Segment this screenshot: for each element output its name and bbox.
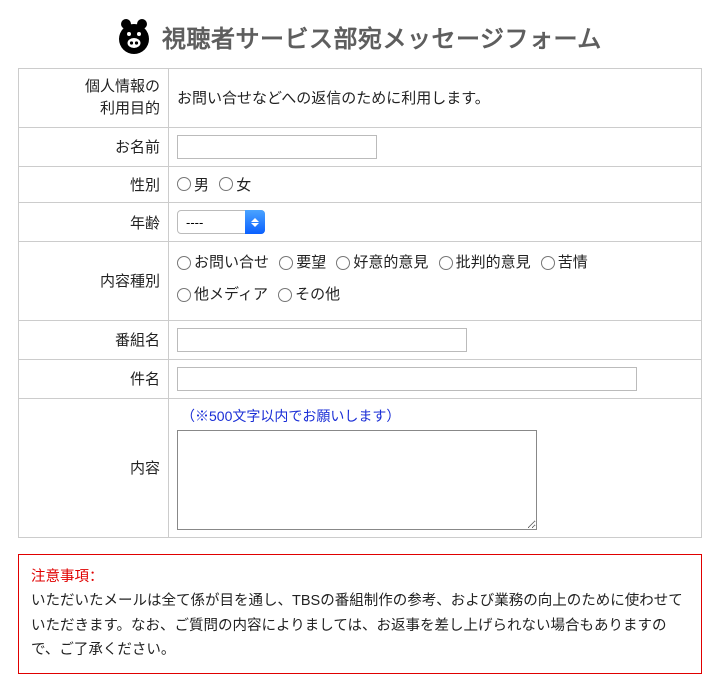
label-purpose: 個人情報の 利用目的 xyxy=(19,69,169,128)
page-title: 視聴者サービス部宛メッセージフォーム xyxy=(162,19,602,54)
gender-label-female: 女 xyxy=(236,174,251,195)
type-label-4: 苦情 xyxy=(558,249,588,278)
label-content: 内容 xyxy=(19,398,169,537)
type-radio-2[interactable] xyxy=(336,256,350,270)
label-age: 年齢 xyxy=(19,203,169,242)
label-type: 内容種別 xyxy=(19,242,169,321)
type-group: お問い合せ 要望 好意的意見 批判的意見 苦情 他メディア その他 xyxy=(169,242,702,321)
value-purpose: お問い合せなどへの返信のために利用します。 xyxy=(169,69,702,128)
type-radio-6[interactable] xyxy=(278,288,292,302)
name-input[interactable] xyxy=(177,135,377,159)
notice-body: いただいたメールは全て係が目を通し、TBSの番組制作の参考、および業務の向上のた… xyxy=(31,593,683,658)
gender-group: 男 女 xyxy=(169,166,702,203)
subject-input[interactable] xyxy=(177,367,637,391)
page-title-row: 視聴者サービス部宛メッセージフォーム xyxy=(114,16,702,56)
age-select[interactable]: ---- xyxy=(177,210,265,234)
gender-radio-female[interactable] xyxy=(219,177,233,191)
label-gender: 性別 xyxy=(19,166,169,203)
label-subject: 件名 xyxy=(19,359,169,398)
notice-box: 注意事項： いただいたメールは全て係が目を通し、TBSの番組制作の参考、および業… xyxy=(18,554,702,675)
type-radio-4[interactable] xyxy=(541,256,555,270)
type-label-3: 批判的意見 xyxy=(456,249,531,278)
type-label-6: その他 xyxy=(295,281,340,310)
mascot-icon xyxy=(114,16,154,56)
type-label-2: 好意的意見 xyxy=(353,249,428,278)
message-form-table: 個人情報の 利用目的 お問い合せなどへの返信のために利用します。 お名前 性別 … xyxy=(18,68,702,538)
content-textarea[interactable] xyxy=(177,430,537,530)
gender-label-male: 男 xyxy=(194,174,209,195)
content-hint: （※500文字以内でお願いします） xyxy=(181,406,693,426)
type-radio-3[interactable] xyxy=(439,256,453,270)
label-program: 番組名 xyxy=(19,320,169,359)
program-input[interactable] xyxy=(177,328,467,352)
type-label-1: 要望 xyxy=(296,249,326,278)
type-radio-0[interactable] xyxy=(177,256,191,270)
type-radio-1[interactable] xyxy=(279,256,293,270)
label-name: お名前 xyxy=(19,127,169,166)
type-label-5: 他メディア xyxy=(194,281,268,310)
type-radio-5[interactable] xyxy=(177,288,191,302)
type-label-0: お問い合せ xyxy=(194,249,269,278)
notice-title: 注意事項： xyxy=(31,569,104,585)
gender-radio-male[interactable] xyxy=(177,177,191,191)
